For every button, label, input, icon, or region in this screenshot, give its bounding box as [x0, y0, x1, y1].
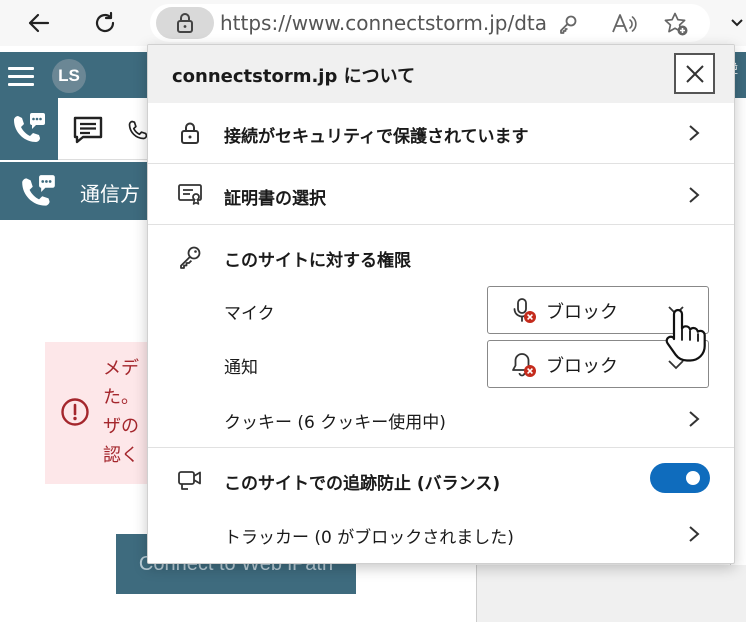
- key-icon: [560, 15, 577, 34]
- right-panel: [476, 565, 746, 622]
- close-button[interactable]: [674, 53, 715, 94]
- site-info-popup: connectstorm.jp について 接続がセキュリティで保護されています …: [147, 44, 735, 564]
- tracking-prevention-heading: このサイトでの追跡防止 (バランス): [224, 474, 501, 494]
- mic-permission-value: ブロック: [546, 302, 618, 323]
- back-button[interactable]: [22, 6, 56, 40]
- popup-header: connectstorm.jp について: [148, 45, 734, 103]
- more-menu-button[interactable]: [728, 6, 746, 40]
- popup-title: connectstorm.jp について: [172, 66, 416, 87]
- app-tab-bar: [0, 98, 150, 160]
- phone-chat-icon: [22, 175, 55, 206]
- chevron-right-icon: [689, 411, 700, 427]
- alert-message: メデ た。 ザの 認く: [103, 358, 139, 466]
- section-header: 通信方: [0, 162, 150, 220]
- microphone-blocked-icon: [513, 298, 536, 323]
- back-arrow-icon: [28, 13, 50, 33]
- section-title: 通信方: [80, 182, 140, 206]
- site-info-button[interactable]: [156, 7, 214, 39]
- add-favorite-icon: [664, 12, 688, 36]
- cookies-label: クッキー (6 クッキー使用中): [224, 413, 446, 433]
- notification-permission-label: 通知: [224, 358, 258, 378]
- certificate-row[interactable]: 証明書の選択: [148, 164, 734, 224]
- refresh-icon: [95, 11, 115, 33]
- chevron-right-icon: [689, 526, 700, 542]
- notification-permission-value: ブロック: [546, 356, 618, 377]
- key-icon: [180, 246, 201, 269]
- permissions-heading-row: このサイトに対する権限: [148, 225, 734, 285]
- phone-chat-icon: [14, 113, 45, 142]
- password-key-button[interactable]: [554, 10, 582, 38]
- permissions-heading: このサイトに対する権限: [224, 251, 411, 271]
- chevron-right-icon: [689, 125, 700, 141]
- tab-messages[interactable]: [68, 110, 108, 150]
- lock-icon: [177, 13, 193, 33]
- menu-icon[interactable]: [8, 67, 34, 86]
- refresh-button[interactable]: [88, 6, 122, 40]
- toggle-knob: [686, 471, 700, 485]
- address-bar[interactable]: https://www.connectstorm.jp/dta: [150, 4, 710, 42]
- tracking-prevention-toggle[interactable]: [650, 463, 710, 493]
- cookies-row[interactable]: クッキー (6 クッキー使用中): [148, 395, 734, 445]
- certificate-icon: [178, 184, 202, 205]
- lock-icon: [181, 122, 199, 144]
- tracking-prevention-row: このサイトでの追跡防止 (バランス): [148, 448, 734, 510]
- tracking-camera-icon: [178, 471, 201, 490]
- bell-blocked-icon: [512, 353, 536, 377]
- url-text[interactable]: https://www.connectstorm.jp/dta: [220, 11, 547, 35]
- close-icon: [685, 64, 704, 83]
- secure-connection-row[interactable]: 接続がセキュリティで保護されています: [148, 103, 734, 163]
- mic-permission-label: マイク: [224, 304, 275, 324]
- trackers-label: トラッカー (0 がブロックされました): [224, 528, 514, 548]
- read-aloud-icon: [612, 14, 637, 33]
- add-favorite-button[interactable]: [662, 10, 690, 38]
- certificate-label: 証明書の選択: [224, 189, 326, 209]
- error-alert: メデ た。 ザの 認く: [45, 342, 150, 484]
- chevron-down-icon: [731, 19, 743, 27]
- app-header: LS: [0, 52, 150, 98]
- chevron-right-icon: [689, 187, 700, 203]
- read-aloud-button[interactable]: [610, 10, 638, 38]
- secure-connection-label: 接続がセキュリティで保護されています: [224, 127, 529, 147]
- message-icon: [73, 116, 103, 144]
- tab-calls[interactable]: [0, 98, 58, 160]
- avatar[interactable]: LS: [52, 59, 86, 93]
- hand-cursor-icon: [665, 308, 706, 362]
- trackers-row[interactable]: トラッカー (0 がブロックされました): [148, 510, 734, 562]
- error-icon: [61, 398, 89, 426]
- browser-toolbar: https://www.connectstorm.jp/dta: [0, 0, 746, 46]
